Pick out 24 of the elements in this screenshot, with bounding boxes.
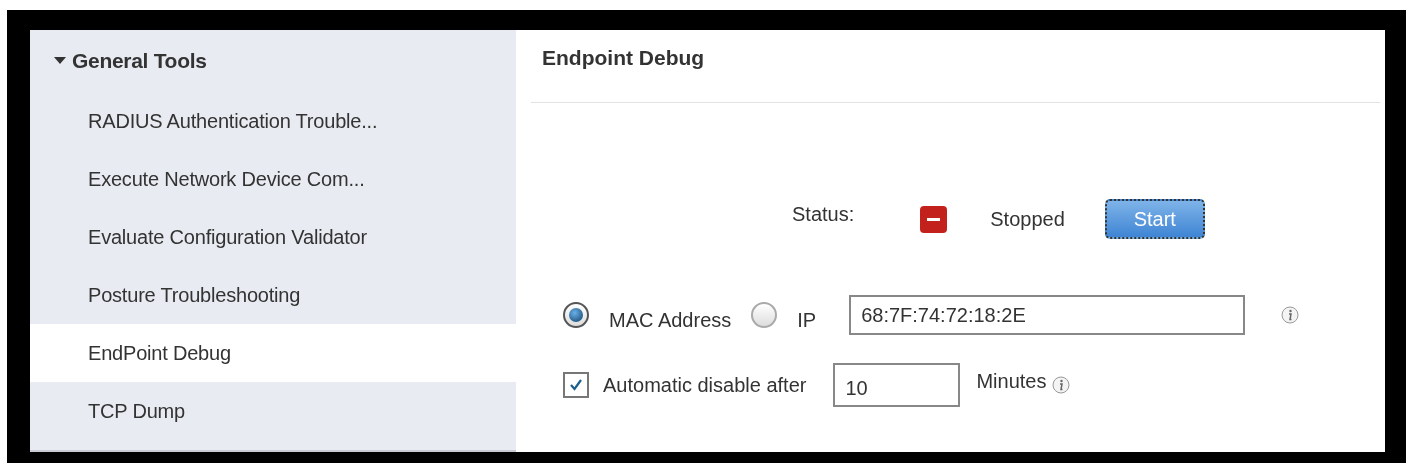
sidebar-item[interactable]: Evaluate Configuration Validator (30, 208, 516, 266)
status-label: Status: (792, 202, 855, 226)
sidebar-item[interactable]: TCP Dump (30, 382, 516, 440)
minutes-field[interactable]: 10 (833, 363, 961, 407)
radio-button[interactable] (751, 302, 778, 328)
radio-button[interactable] (563, 302, 589, 328)
radio-label: IP (797, 308, 817, 332)
sidebar-item[interactable]: EndPoint Debug (30, 324, 516, 382)
sidebar-item[interactable]: Posture Troubleshooting (30, 266, 516, 324)
panel-title: Endpoint Debug (542, 46, 705, 70)
group-label: General Tools (72, 49, 207, 73)
checkbox-label: Automatic disable after (603, 373, 807, 397)
checkbox[interactable] (563, 372, 589, 398)
address-field[interactable]: 68:7F:74:72:18:2E (849, 295, 1246, 335)
sidebar-item[interactable]: RADIUS Authentication Trouble... (30, 92, 516, 150)
unit-label: Minutes (976, 369, 1047, 393)
group-header[interactable]: General Tools (30, 30, 207, 92)
info-icon[interactable] (1281, 306, 1300, 324)
info-icon[interactable] (1052, 376, 1071, 394)
radio-label: MAC Address (609, 308, 732, 332)
checkmark-icon (568, 377, 584, 393)
caret-icon (54, 57, 66, 65)
status-text: Stopped (990, 207, 1065, 231)
sidebar-item[interactable]: Execute Network Device Com... (30, 150, 516, 208)
